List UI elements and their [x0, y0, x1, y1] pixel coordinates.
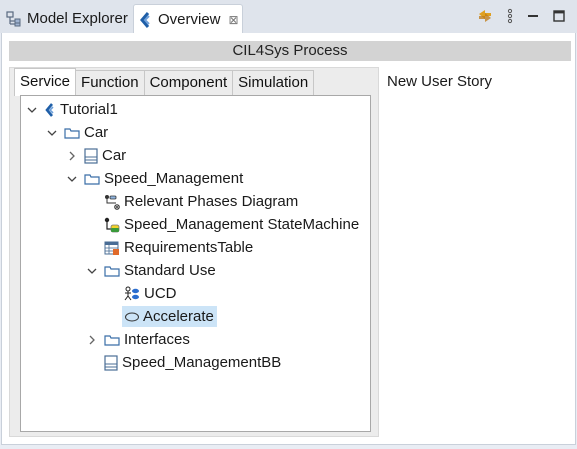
- view-menu-icon[interactable]: [507, 8, 513, 24]
- block-icon: [104, 354, 118, 371]
- tree-item-state-machine[interactable]: Speed_Management StateMachine: [104, 214, 359, 235]
- tab-component[interactable]: Component: [143, 70, 234, 96]
- overview-icon: [139, 11, 153, 28]
- tree-item-label: Car: [84, 124, 109, 141]
- tree-item-standard-use[interactable]: Standard Use: [87, 260, 216, 281]
- tree-item-speed-management-bb[interactable]: Speed_ManagementBB: [104, 352, 281, 373]
- new-user-story-link[interactable]: New User Story: [387, 73, 492, 90]
- folder-icon: [104, 333, 120, 347]
- tree-item-accelerate[interactable]: Accelerate: [122, 306, 217, 327]
- minimize-icon[interactable]: [527, 8, 539, 24]
- chevron-down-icon[interactable]: [27, 105, 37, 115]
- process-panel: Service Function Component Simulation Tu…: [9, 67, 379, 437]
- tree-item-requirements-table[interactable]: RequirementsTable: [104, 237, 253, 258]
- tab-overview[interactable]: Overview ⊠: [133, 4, 243, 34]
- tree-item-label: Relevant Phases Diagram: [124, 193, 299, 210]
- tree-item-label: Speed_Management StateMachine: [124, 216, 360, 233]
- model-tree[interactable]: Tutorial1 Car Car Speed_Management Relev…: [20, 95, 371, 432]
- process-tabs: Service Function Component Simulation: [14, 68, 315, 96]
- phases-diagram-icon: [104, 194, 120, 210]
- chevron-right-icon[interactable]: [87, 335, 97, 345]
- process-title: CIL4Sys Process: [9, 41, 571, 61]
- tree-item-label: Speed_Management: [104, 170, 244, 187]
- sync-icon[interactable]: [477, 8, 493, 24]
- tree-item-interfaces[interactable]: Interfaces: [87, 329, 190, 350]
- tree-item-car-block[interactable]: Car: [67, 145, 126, 166]
- tab-label: Model Explorer: [27, 10, 128, 27]
- chevron-down-icon[interactable]: [47, 128, 57, 138]
- use-case-diagram-icon: [124, 286, 140, 302]
- selection-highlight: Accelerate: [122, 306, 217, 327]
- project-icon: [44, 102, 56, 117]
- model-explorer-icon: [6, 10, 22, 27]
- folder-icon: [104, 264, 120, 278]
- tree-item-tutorial1[interactable]: Tutorial1: [27, 99, 118, 120]
- view-tab-bar: Model Explorer Overview ⊠: [0, 0, 577, 34]
- folder-icon: [64, 126, 80, 140]
- chevron-right-icon[interactable]: [67, 151, 77, 161]
- tree-item-relevant-phases-diagram[interactable]: Relevant Phases Diagram: [104, 191, 298, 212]
- tree-item-label: Speed_ManagementBB: [122, 354, 282, 371]
- maximize-icon[interactable]: [553, 10, 565, 22]
- tree-item-label: Tutorial1: [60, 101, 118, 118]
- tree-item-label: RequirementsTable: [124, 239, 254, 256]
- block-icon: [84, 147, 98, 164]
- use-case-icon: [124, 311, 140, 323]
- view-toolbar: [477, 8, 565, 24]
- close-icon[interactable]: ⊠: [229, 13, 239, 27]
- chevron-down-icon[interactable]: [87, 266, 97, 276]
- tab-label: Overview: [158, 11, 221, 28]
- tab-service[interactable]: Service: [14, 68, 77, 96]
- tree-item-label: UCD: [144, 285, 177, 302]
- tree-item-car-folder[interactable]: Car: [47, 122, 108, 143]
- tree-item-speed-management[interactable]: Speed_Management: [67, 168, 243, 189]
- table-icon: [104, 240, 120, 256]
- tree-item-ucd[interactable]: UCD: [124, 283, 177, 304]
- tree-item-label: Interfaces: [124, 331, 190, 348]
- tab-model-explorer[interactable]: Model Explorer: [0, 4, 132, 33]
- state-machine-icon: [104, 217, 120, 233]
- tab-function[interactable]: Function: [75, 70, 145, 96]
- tree-item-label: Car: [102, 147, 127, 164]
- overview-view: CIL4Sys Process Service Function Compone…: [1, 33, 576, 445]
- folder-icon: [84, 172, 100, 186]
- chevron-down-icon[interactable]: [67, 174, 77, 184]
- tab-simulation[interactable]: Simulation: [232, 70, 315, 96]
- tree-item-label: Standard Use: [124, 262, 216, 279]
- tree-item-label: Accelerate: [141, 308, 217, 325]
